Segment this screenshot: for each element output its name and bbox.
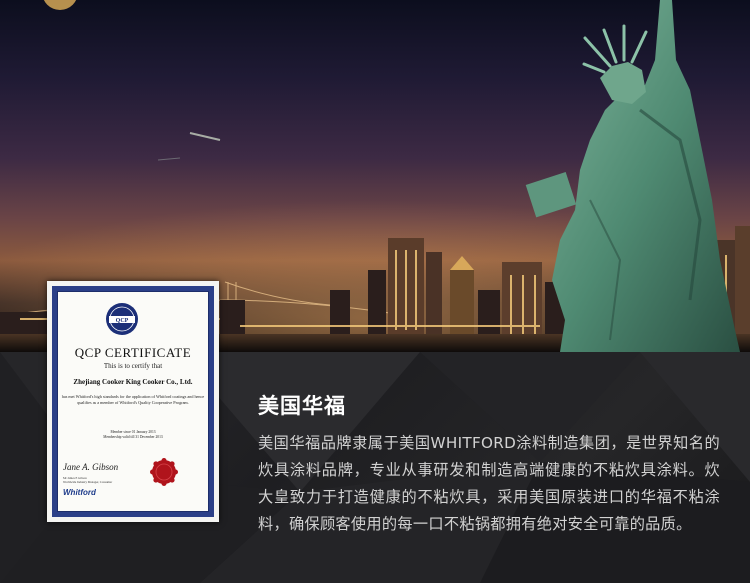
certificate-valid-till: Membership valid till 31 December 2013: [103, 435, 163, 439]
certificate-signer: Mr James E Gibson Worldwide Industry Man…: [63, 476, 112, 484]
certificate-brand: Whitford: [63, 488, 96, 497]
red-seal-icon: [150, 458, 178, 486]
page: 美国华福 美国华福品牌隶属于美国WHITFORD涂料制造集团，是世界知名的炊具涂…: [0, 0, 750, 583]
certificate-title: QCP CERTIFICATE: [74, 345, 192, 360]
sun-glow: [43, 0, 77, 10]
certificate-subtitle: This is to certify that: [103, 362, 163, 370]
qcp-logo-icon: QCP: [106, 303, 138, 335]
qcp-certificate: QCP QCP CERTIFICATE This is to certify t…: [47, 281, 219, 522]
certificate-company: Zhejiang Cooker King Cooker Co., Ltd.: [73, 378, 193, 386]
certificate-text: has met Whitford's high standards for th…: [61, 394, 205, 405]
certificate-signer-role: Worldwide Industry Manager, Consumer: [63, 480, 113, 484]
certificate-signature: Jane A. Gibson: [63, 462, 119, 472]
qcp-logo-text: QCP: [116, 318, 129, 324]
intro-title: 美国华福: [258, 394, 346, 418]
intro-description: 美国华福品牌隶属于美国WHITFORD涂料制造集团，是世界知名的炊具涂料品牌，专…: [258, 434, 720, 533]
certificate-dates: Member since 01 January 2013 Membership …: [47, 430, 219, 440]
